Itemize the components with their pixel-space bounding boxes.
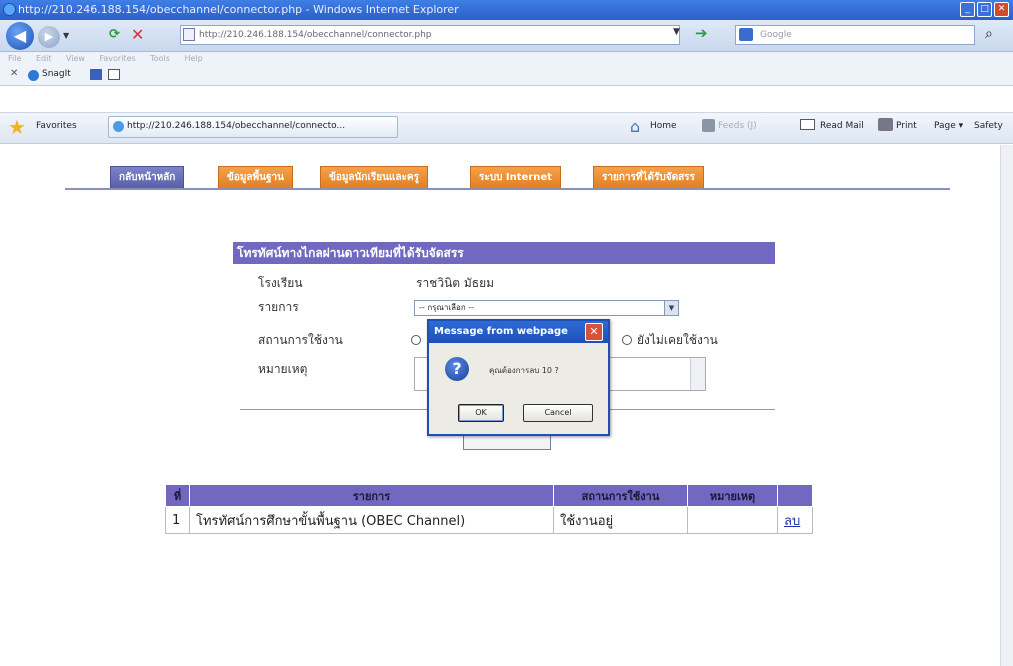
tab-allocated-items[interactable]: รายการที่ได้รับจัดสรร xyxy=(593,166,704,188)
cell-no: 1 xyxy=(165,506,190,534)
feeds-icon[interactable] xyxy=(702,119,715,132)
go-arrow-icon[interactable]: ➔ xyxy=(695,24,708,42)
status-radio-in-use[interactable] xyxy=(411,333,421,346)
window-title: http://210.246.188.154/obecchannel/conne… xyxy=(18,3,459,16)
search-input[interactable]: Google xyxy=(735,25,975,45)
remark-scrollbar[interactable] xyxy=(690,358,705,390)
dialog-close-button[interactable]: ✕ xyxy=(585,323,603,341)
refresh-icon[interactable]: ⟳ xyxy=(109,27,120,42)
status-label: สถานการใช้งาน xyxy=(258,333,343,347)
page-menu-button[interactable]: Page ▾ xyxy=(934,121,963,131)
home-icon[interactable]: ⌂ xyxy=(630,117,640,136)
item-select[interactable]: -- กรุณาเลือก -- xyxy=(414,300,679,316)
back-button[interactable]: ◀ xyxy=(6,22,34,50)
snagit-capture-icon[interactable] xyxy=(90,69,102,80)
tab-title: http://210.246.188.154/obecchannel/conne… xyxy=(127,121,346,131)
col-header-action xyxy=(777,484,813,507)
form-header: โทรทัศน์ทางไกลผ่านดาวเทียมที่ได้รับจัดสร… xyxy=(233,242,775,264)
print-button[interactable]: Print xyxy=(896,121,917,131)
col-header-item: รายการ xyxy=(189,484,554,507)
close-window-button[interactable]: ✕ xyxy=(994,2,1009,17)
favorites-star-icon[interactable]: ★ xyxy=(8,115,26,139)
snagit-icon xyxy=(28,70,39,81)
school-label: โรงเรียน xyxy=(258,276,303,290)
menu-edit[interactable]: Edit xyxy=(36,54,52,63)
print-icon[interactable] xyxy=(878,118,893,131)
safety-menu-button[interactable]: Safety xyxy=(974,121,1003,131)
col-header-no: ที่ xyxy=(165,484,190,507)
cell-status: ใช้งานอยู่ xyxy=(553,506,688,534)
dialog-cancel-button[interactable]: Cancel xyxy=(523,404,593,422)
menu-favorites[interactable]: Favorites xyxy=(100,54,136,63)
menu-view[interactable]: View xyxy=(66,54,85,63)
menu-bar: File Edit View Favorites Tools Help xyxy=(0,52,1013,66)
allocated-items-table: ที่ รายการ สถานการใช้งาน หมายเหตุ 1 โทรท… xyxy=(165,484,813,534)
status-radio-never-used[interactable] xyxy=(622,333,632,346)
toolbar-spacer xyxy=(0,86,1013,112)
menu-file[interactable]: File xyxy=(8,54,21,63)
search-provider-icon xyxy=(739,28,753,41)
item-label: รายการ xyxy=(258,300,299,314)
page-icon xyxy=(183,28,195,41)
url-dropdown-icon[interactable]: ▼ xyxy=(673,27,680,37)
dialog-message: คุณต้องการลบ 10 ? xyxy=(489,366,559,375)
favorites-button[interactable]: Favorites xyxy=(36,121,77,131)
search-icon[interactable]: ⌕ xyxy=(985,26,993,42)
snagit-toolbar xyxy=(0,66,1013,86)
forward-button[interactable]: ▶ xyxy=(38,26,60,48)
close-toolbar-icon[interactable]: ✕ xyxy=(10,68,18,79)
delete-link[interactable]: ลบ xyxy=(784,514,800,529)
cell-action: ลบ xyxy=(777,506,813,534)
table-header-row: ที่ รายการ สถานการใช้งาน หมายเหตุ xyxy=(165,484,813,507)
dialog-title: Message from webpage xyxy=(429,321,608,343)
history-dropdown-icon[interactable]: ▼ xyxy=(63,31,69,40)
vertical-scrollbar[interactable] xyxy=(1000,145,1013,666)
school-value: ราชวินิต มัธยม xyxy=(416,276,495,290)
ie-icon xyxy=(3,3,16,16)
mail-icon[interactable] xyxy=(800,119,815,130)
stop-icon[interactable]: ✕ xyxy=(131,25,144,44)
feeds-button[interactable]: Feeds (J) xyxy=(718,121,757,131)
col-header-status: สถานการใช้งาน xyxy=(553,484,688,507)
read-mail-button[interactable]: Read Mail xyxy=(820,121,864,131)
snagit-button[interactable]: SnagIt xyxy=(42,69,71,79)
cell-remark xyxy=(687,506,778,534)
menu-help[interactable]: Help xyxy=(184,54,202,63)
minimize-button[interactable]: _ xyxy=(960,2,975,17)
remark-label: หมายเหตุ xyxy=(258,362,308,376)
dialog-ok-button[interactable]: OK xyxy=(458,404,504,422)
tab-internet[interactable]: ระบบ Internet xyxy=(470,166,561,188)
table-row: 1 โทรทัศน์การศึกษาขั้นพื้นฐาน (OBEC Chan… xyxy=(165,506,813,534)
tab-students-teachers[interactable]: ข้อมูลนักเรียนและครู xyxy=(320,166,428,188)
tab-home[interactable]: กลับหน้าหลัก xyxy=(110,166,185,188)
status-option-never-used: ยังไม่เคยใช้งาน xyxy=(637,333,718,347)
tab-basic-info[interactable]: ข้อมูลพื้นฐาน xyxy=(218,166,293,188)
col-header-remark: หมายเหตุ xyxy=(687,484,778,507)
window-title-bar: http://210.246.188.154/obecchannel/conne… xyxy=(0,0,1013,20)
url-input[interactable]: http://210.246.188.154/obecchannel/conne… xyxy=(180,25,680,45)
tab-page-icon xyxy=(113,121,124,132)
question-icon: ? xyxy=(445,357,469,381)
maximize-button[interactable]: □ xyxy=(977,2,992,17)
cell-item: โทรทัศน์การศึกษาขั้นพื้นฐาน (OBEC Channe… xyxy=(189,506,554,534)
chevron-down-icon[interactable]: ▼ xyxy=(664,301,678,315)
home-button[interactable]: Home xyxy=(650,121,677,131)
snagit-editor-icon[interactable] xyxy=(108,69,120,80)
menu-tools[interactable]: Tools xyxy=(150,54,170,63)
